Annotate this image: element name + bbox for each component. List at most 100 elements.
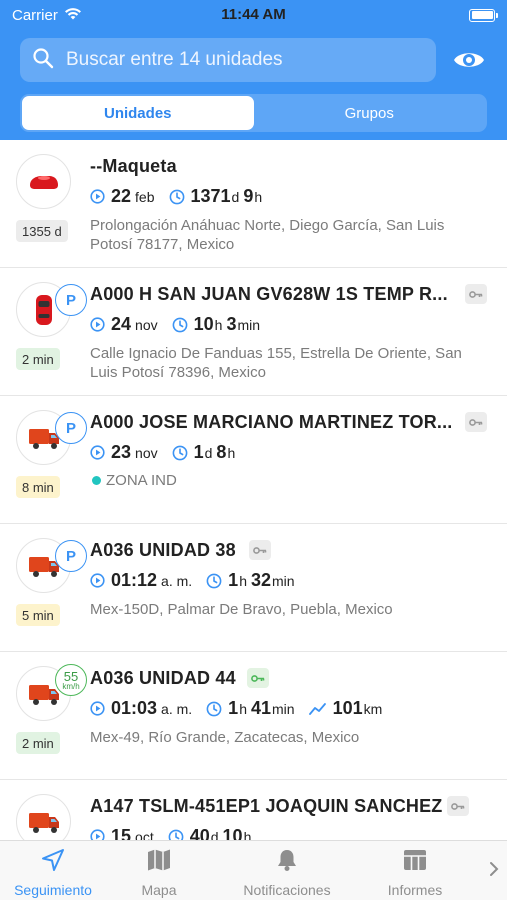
duration-unit-2: h bbox=[227, 445, 236, 461]
duration-value: 40 bbox=[189, 826, 210, 840]
table-icon bbox=[402, 847, 428, 876]
duration-value-2: 3 bbox=[226, 314, 237, 334]
date-value: 24 bbox=[111, 314, 132, 334]
last-update-badge: 2 min bbox=[16, 348, 60, 370]
list-item[interactable]: P 5 min A036 UNIDAD 38 01:12 a. m. 1 h 32 mi… bbox=[0, 524, 507, 652]
tab-label: Seguimiento bbox=[14, 882, 92, 898]
clock-icon bbox=[172, 445, 188, 461]
last-update-badge: 2 min bbox=[16, 732, 60, 754]
key-icon bbox=[447, 796, 469, 816]
clock-icon bbox=[169, 189, 185, 205]
distance-value: 101 bbox=[332, 698, 363, 718]
duration-value-2: 32 bbox=[250, 570, 272, 590]
tab-label: Mapa bbox=[141, 882, 177, 898]
unit-title: A036 UNIDAD 44 bbox=[90, 668, 236, 688]
speed-unit: km/h bbox=[62, 681, 80, 691]
list-item[interactable]: P 2 min A000 H SAN JUAN GV628W 1S TEMP R… bbox=[0, 268, 507, 396]
unit-address: Prolongación Anáhuac Norte, Diego García… bbox=[90, 217, 445, 253]
last-update-badge: 5 min bbox=[16, 604, 60, 626]
navigation-arrow-icon bbox=[40, 847, 66, 876]
date-unit: nov bbox=[135, 317, 158, 333]
date-value: 22 bbox=[111, 186, 132, 206]
tab-mapa[interactable]: Mapa bbox=[106, 841, 212, 900]
duration-unit-2: min bbox=[272, 701, 295, 717]
parked-icon: P bbox=[55, 412, 87, 444]
truck-icon bbox=[16, 794, 71, 840]
time-unit: a. m. bbox=[161, 573, 193, 589]
duration-value: 10 bbox=[193, 314, 214, 334]
list-item[interactable]: A147 TSLM-451EP1 JOAQUIN SANCHEZ 15 oct 4… bbox=[0, 780, 507, 840]
zone-name: ZONA IND bbox=[106, 472, 177, 489]
duration-value: 1 bbox=[193, 442, 204, 462]
date-unit: feb bbox=[135, 189, 155, 205]
red-car-icon bbox=[16, 154, 71, 209]
zone-label: ZONA IND bbox=[92, 472, 177, 489]
play-circle-icon bbox=[90, 573, 105, 588]
clock-icon bbox=[206, 701, 222, 717]
date-unit: oct bbox=[135, 829, 154, 840]
chevron-right-icon[interactable] bbox=[489, 861, 499, 882]
wifi-icon bbox=[64, 7, 82, 24]
unit-address: Mex-49, Río Grande, Zacatecas, Mexico bbox=[90, 729, 360, 746]
unit-address: Calle Ignacio De Fanduas 155, Estrella D… bbox=[90, 345, 462, 381]
duration-unit-2: min bbox=[237, 317, 261, 333]
time-unit: a. m. bbox=[161, 701, 193, 717]
duration-value-2: 8 bbox=[216, 442, 227, 462]
units-list: 1355 d --Maqueta 22 feb 1371 d 9 h Prolongac… bbox=[0, 140, 507, 840]
duration-unit-2: h bbox=[254, 189, 263, 205]
tab-notificaciones[interactable]: Notificaciones bbox=[212, 841, 362, 900]
duration-value-2: 10 bbox=[222, 826, 243, 840]
last-update-badge: 8 min bbox=[16, 476, 60, 498]
play-circle-icon bbox=[90, 189, 105, 204]
duration-value: 1 bbox=[228, 570, 239, 590]
tab-seguimiento[interactable]: Seguimiento bbox=[0, 841, 106, 900]
clock-icon bbox=[168, 829, 184, 840]
speed-badge: 55 km/h bbox=[55, 664, 87, 696]
search-icon bbox=[32, 47, 54, 74]
parked-icon: P bbox=[55, 284, 87, 316]
carrier-label: Carrier bbox=[12, 6, 58, 24]
trend-icon bbox=[308, 702, 327, 716]
tab-bar: Seguimiento Mapa Notificaciones Informes bbox=[0, 840, 507, 900]
unit-title: A000 H SAN JUAN GV628W 1S TEMP R... bbox=[90, 284, 448, 304]
tab-informes[interactable]: Informes bbox=[362, 841, 468, 900]
time-value: 01:12 bbox=[111, 570, 158, 590]
status-bar: Carrier bbox=[0, 0, 507, 30]
duration-value-2: 9 bbox=[243, 186, 254, 206]
duration-unit: h bbox=[214, 317, 223, 333]
clock-icon bbox=[172, 317, 188, 333]
header: Carrier 11:44 AM Buscar entre 14 unidade… bbox=[0, 0, 507, 140]
search-input[interactable]: Buscar entre 14 unidades bbox=[20, 38, 436, 82]
key-icon bbox=[249, 540, 271, 560]
date-value: 23 bbox=[111, 442, 132, 462]
zone-dot-icon bbox=[92, 476, 101, 485]
speed-value: 55 bbox=[63, 668, 79, 684]
list-item[interactable]: P 8 min A000 JOSE MARCIANO MARTINEZ TOR.… bbox=[0, 396, 507, 524]
key-icon bbox=[465, 412, 487, 432]
tab-label: Informes bbox=[387, 882, 443, 898]
duration-unit-2: h bbox=[243, 829, 252, 840]
duration-value: 1371 bbox=[190, 186, 231, 206]
list-item[interactable]: 1355 d --Maqueta 22 feb 1371 d 9 h Prolongac… bbox=[0, 140, 507, 268]
key-icon bbox=[247, 668, 269, 688]
duration-unit: d bbox=[210, 829, 219, 840]
eye-icon[interactable] bbox=[451, 42, 487, 78]
date-unit: nov bbox=[135, 445, 158, 461]
parked-icon: P bbox=[55, 540, 87, 572]
segment-unidades[interactable]: Unidades bbox=[22, 96, 254, 130]
play-circle-icon bbox=[90, 445, 105, 460]
duration-unit: h bbox=[239, 573, 247, 589]
list-item[interactable]: 55 km/h 2 min A036 UNIDAD 44 01:03 a. m. … bbox=[0, 652, 507, 780]
play-circle-icon bbox=[90, 317, 105, 332]
duration-value-2: 41 bbox=[250, 698, 272, 718]
duration-unit: h bbox=[239, 701, 247, 717]
distance-unit: km bbox=[363, 701, 383, 717]
segment-grupos[interactable]: Grupos bbox=[254, 96, 486, 130]
duration-unit: d bbox=[231, 189, 240, 205]
segmented-control: Unidades Grupos bbox=[20, 94, 487, 132]
tab-label: Notificaciones bbox=[243, 882, 331, 898]
duration-value: 1 bbox=[228, 698, 239, 718]
unit-title: A147 TSLM-451EP1 JOAQUIN SANCHEZ bbox=[90, 796, 443, 816]
bell-icon bbox=[274, 847, 300, 876]
play-circle-icon bbox=[90, 829, 105, 840]
